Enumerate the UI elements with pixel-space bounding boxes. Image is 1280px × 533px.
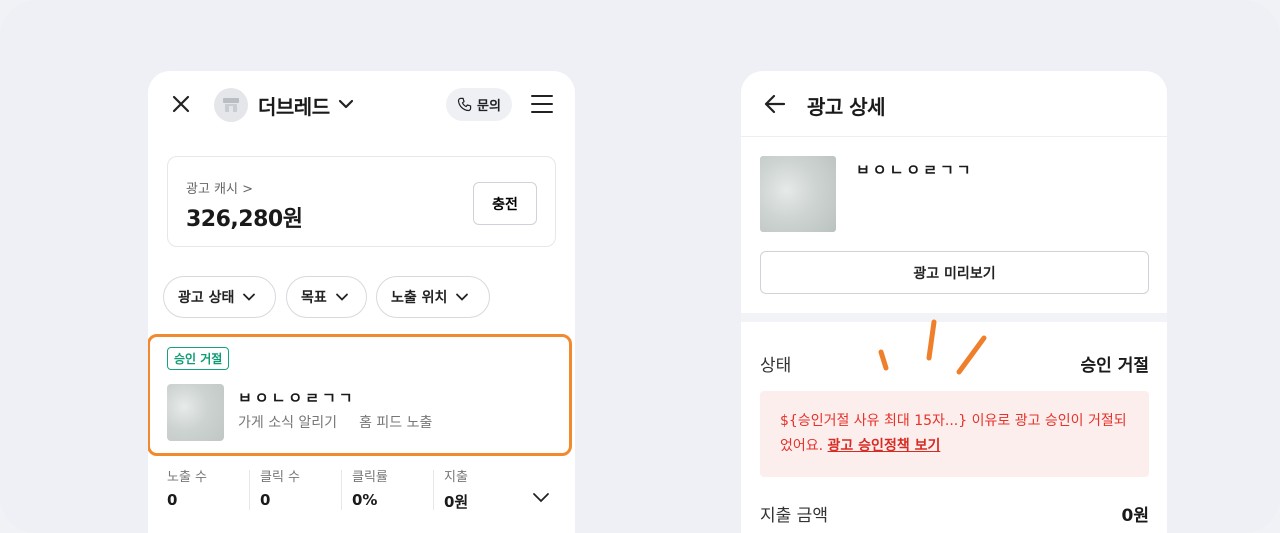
ad-cash-amount: 326,280원 bbox=[186, 207, 303, 232]
divider bbox=[249, 470, 250, 510]
chevron-down-icon[interactable] bbox=[338, 96, 354, 112]
canvas: 더브레드 문의 광고 캐시 > 326,280원 충전 광고 상태 목표 노출 … bbox=[0, 0, 1280, 533]
hamburger-menu-icon[interactable] bbox=[530, 93, 554, 115]
filter-label: 노출 위치 bbox=[391, 290, 448, 306]
store-avatar[interactable] bbox=[214, 88, 248, 122]
store-name[interactable]: 더브레드 bbox=[258, 91, 330, 120]
ad-detail-screen: 광고 상세 ㅂㅇㄴㅇㄹㄱㄱ 광고 미리보기 상태 승인 거절 ${승인거절 사유… bbox=[741, 71, 1167, 533]
back-arrow-icon[interactable] bbox=[763, 93, 787, 115]
filter-ad-status[interactable]: 광고 상태 bbox=[163, 276, 276, 318]
stat-spend: 지출 0원 bbox=[444, 466, 468, 516]
ad-title: ㅂㅇㄴㅇㄹㄱㄱ bbox=[856, 161, 974, 179]
chevron-down-icon[interactable] bbox=[532, 488, 550, 506]
stat-value: 0 bbox=[167, 491, 178, 509]
ad-title: ㅂㅇㄴㅇㄹㄱㄱ bbox=[238, 389, 356, 407]
stat-label: 노출 수 bbox=[167, 470, 208, 485]
ad-thumbnail bbox=[167, 384, 224, 441]
stat-value: 0 bbox=[260, 491, 271, 509]
spend-value: 0원 bbox=[1121, 506, 1149, 526]
status-value: 승인 거절 bbox=[1080, 356, 1149, 376]
inquiry-label: 문의 bbox=[477, 99, 501, 114]
top-bar: 광고 상세 bbox=[741, 71, 1167, 137]
store-icon bbox=[223, 98, 239, 112]
ad-list-item-highlighted[interactable]: 승인 거절 ㅂㅇㄴㅇㄹㄱㄱ 가게 소식 알리기 홈 피드 노출 bbox=[148, 334, 572, 456]
stat-impressions: 노출 수 0 bbox=[167, 466, 207, 516]
ad-thumbnail bbox=[760, 156, 836, 232]
divider bbox=[341, 470, 342, 510]
stat-ctr: 클릭률 0% bbox=[352, 466, 388, 516]
status-label: 상태 bbox=[760, 356, 792, 376]
filter-goal[interactable]: 목표 bbox=[286, 276, 367, 318]
chevron-down-icon bbox=[456, 293, 469, 301]
close-icon[interactable] bbox=[170, 93, 192, 115]
stat-label: 클릭률 bbox=[352, 470, 388, 485]
page-title: 광고 상세 bbox=[807, 95, 886, 119]
inquiry-button[interactable]: 문의 bbox=[446, 88, 512, 121]
filter-label: 광고 상태 bbox=[178, 290, 235, 306]
top-bar: 더브레드 문의 bbox=[148, 71, 575, 137]
filter-label: 목표 bbox=[301, 290, 327, 306]
ad-list-screen: 더브레드 문의 광고 캐시 > 326,280원 충전 광고 상태 목표 노출 … bbox=[148, 71, 575, 533]
filter-placement[interactable]: 노출 위치 bbox=[376, 276, 490, 318]
ad-preview-button[interactable]: 광고 미리보기 bbox=[760, 251, 1149, 294]
stat-value: 0% bbox=[352, 491, 378, 509]
charge-button[interactable]: 충전 bbox=[473, 182, 537, 225]
status-badge: 승인 거절 bbox=[167, 347, 230, 370]
ad-stats: 노출 수 0 클릭 수 0 클릭률 0% 지출 0원 bbox=[148, 466, 575, 516]
ad-goal: 가게 소식 알리기 bbox=[238, 415, 338, 431]
stat-clicks: 클릭 수 0 bbox=[260, 466, 300, 516]
stat-label: 클릭 수 bbox=[260, 470, 301, 485]
stat-value: 0원 bbox=[444, 493, 469, 511]
chevron-down-icon bbox=[335, 293, 348, 301]
reject-reason-notice: ${승인거절 사유 최대 15자...} 이유로 광고 승인이 거절되었어요. … bbox=[760, 391, 1149, 477]
stat-label: 지출 bbox=[444, 470, 468, 485]
ad-placement: 홈 피드 노출 bbox=[359, 415, 433, 431]
spend-label: 지출 금액 bbox=[760, 506, 828, 526]
ad-cash-link[interactable]: 광고 캐시 > bbox=[186, 178, 253, 197]
chevron-down-icon bbox=[243, 293, 256, 301]
approval-policy-link[interactable]: 광고 승인정책 보기 bbox=[828, 438, 941, 454]
emphasis-marks-icon bbox=[878, 319, 987, 375]
ad-meta: 가게 소식 알리기 홈 피드 노출 bbox=[238, 412, 432, 432]
phone-icon bbox=[457, 97, 472, 112]
ad-cash-card: 광고 캐시 > 326,280원 충전 bbox=[167, 156, 556, 247]
divider bbox=[433, 470, 434, 510]
